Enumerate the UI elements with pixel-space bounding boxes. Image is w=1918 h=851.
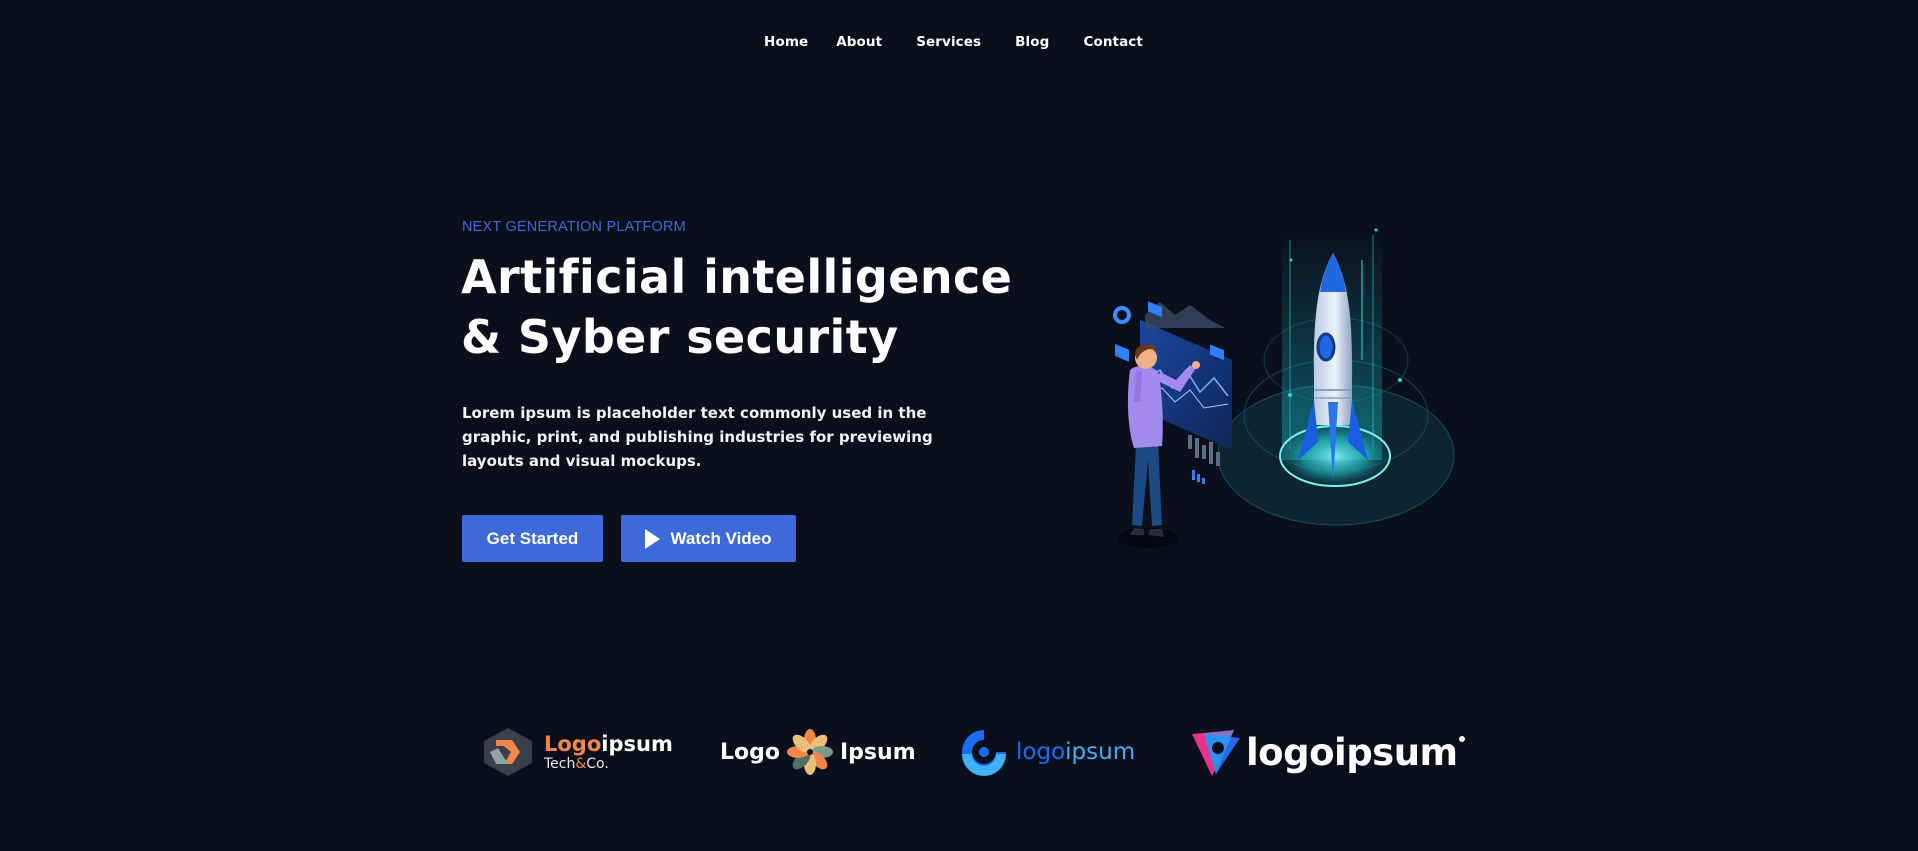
hexagon-logo-icon <box>484 728 532 776</box>
logo1-part2: ipsum <box>601 731 673 756</box>
nav-home[interactable]: Home <box>764 30 808 54</box>
partner-logos: Logoipsum Tech&Co. Logo Ipsum logoipsum … <box>0 722 1918 782</box>
partner-logo-4[interactable]: logoipsum <box>1190 722 1465 782</box>
main-nav: Home About Services Blog Contact <box>0 30 1918 54</box>
hero-title-line2: & Syber security <box>461 310 899 364</box>
rocket-illustration <box>1113 228 1455 548</box>
get-started-label: Get Started <box>486 528 579 548</box>
partner-logo-2[interactable]: Logo Ipsum <box>720 722 916 782</box>
hero-title: Artificial intelligence & Syber security <box>461 247 1021 367</box>
hero-title-line1: Artificial intelligence <box>461 250 1013 304</box>
logo3-part1: logo <box>1016 739 1066 765</box>
partner-logo-3[interactable]: logoipsum <box>958 722 1135 782</box>
nav-contact[interactable]: Contact <box>1083 30 1143 54</box>
logo1-sub2: Co. <box>586 755 609 772</box>
play-icon <box>645 528 661 549</box>
watch-video-button[interactable]: Watch Video <box>621 515 796 562</box>
logo1-sub1: Tech <box>544 755 576 772</box>
ring-logo-icon <box>962 730 1006 776</box>
get-started-button[interactable]: Get Started <box>462 515 603 562</box>
watch-video-label: Watch Video <box>670 528 772 548</box>
triangle-logo-icon <box>1192 730 1240 776</box>
nav-about[interactable]: About <box>836 30 882 54</box>
logo2-right: Ipsum <box>840 739 916 765</box>
logo1-part1: Logo <box>544 731 602 756</box>
logo1-sub-amp: & <box>575 755 587 772</box>
logo2-left: Logo <box>720 739 780 765</box>
partner-logo-1[interactable]: Logoipsum Tech&Co. <box>480 722 673 782</box>
nav-blog[interactable]: Blog <box>1015 30 1049 54</box>
nav-services[interactable]: Services <box>916 30 981 54</box>
logo4-text: logoipsum <box>1246 730 1458 774</box>
hero-lead: Lorem ipsum is placeholder text commonly… <box>462 404 933 470</box>
flower-logo-icon <box>787 729 833 775</box>
logo4-dot <box>1458 736 1465 742</box>
logo3-part2: ipsum <box>1065 739 1136 765</box>
hero-eyebrow: NEXT GENERATION PLATFORM <box>462 219 686 235</box>
